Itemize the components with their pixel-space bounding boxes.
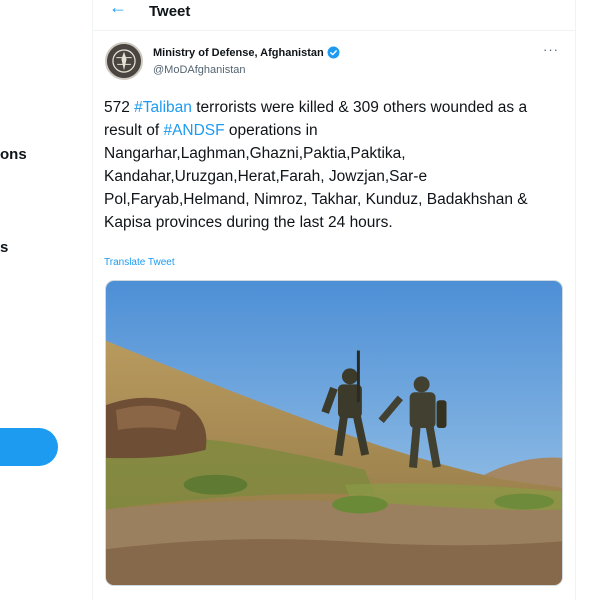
left-navigation: ons s <box>0 0 92 600</box>
hashtag-andsf-link[interactable]: #ANDSF <box>163 122 224 139</box>
avatar[interactable] <box>105 42 143 80</box>
header-divider <box>93 30 575 31</box>
tweet-photo[interactable] <box>105 280 563 586</box>
verified-badge-icon <box>327 46 340 59</box>
translate-tweet-link[interactable]: Translate Tweet <box>104 257 175 268</box>
tweet-header: ← Tweet <box>93 0 575 28</box>
tweet-detail-column: ← Tweet Ministry of Defense, Afghanistan… <box>92 0 576 600</box>
author-display-name: Ministry of Defense, Afghanistan <box>153 46 324 59</box>
more-options-icon[interactable]: ··· <box>543 42 559 57</box>
tweet-text: 572 #Taliban terrorists were killed & 30… <box>104 96 544 234</box>
right-sidebar <box>577 0 600 600</box>
hashtag-taliban-link[interactable]: #Taliban <box>134 99 192 116</box>
tweet-text-segment: 572 <box>104 99 135 116</box>
author-handle[interactable]: @MoDAfghanistan <box>153 64 246 76</box>
compose-tweet-button[interactable] <box>0 428 58 466</box>
arrow-left-icon[interactable]: ← <box>109 0 127 18</box>
nav-item-notifications[interactable]: ons <box>0 146 27 163</box>
page-title: Tweet <box>149 3 191 20</box>
author-name[interactable]: Ministry of Defense, Afghanistan <box>153 46 340 59</box>
nav-item-lists[interactable]: s <box>0 239 8 256</box>
